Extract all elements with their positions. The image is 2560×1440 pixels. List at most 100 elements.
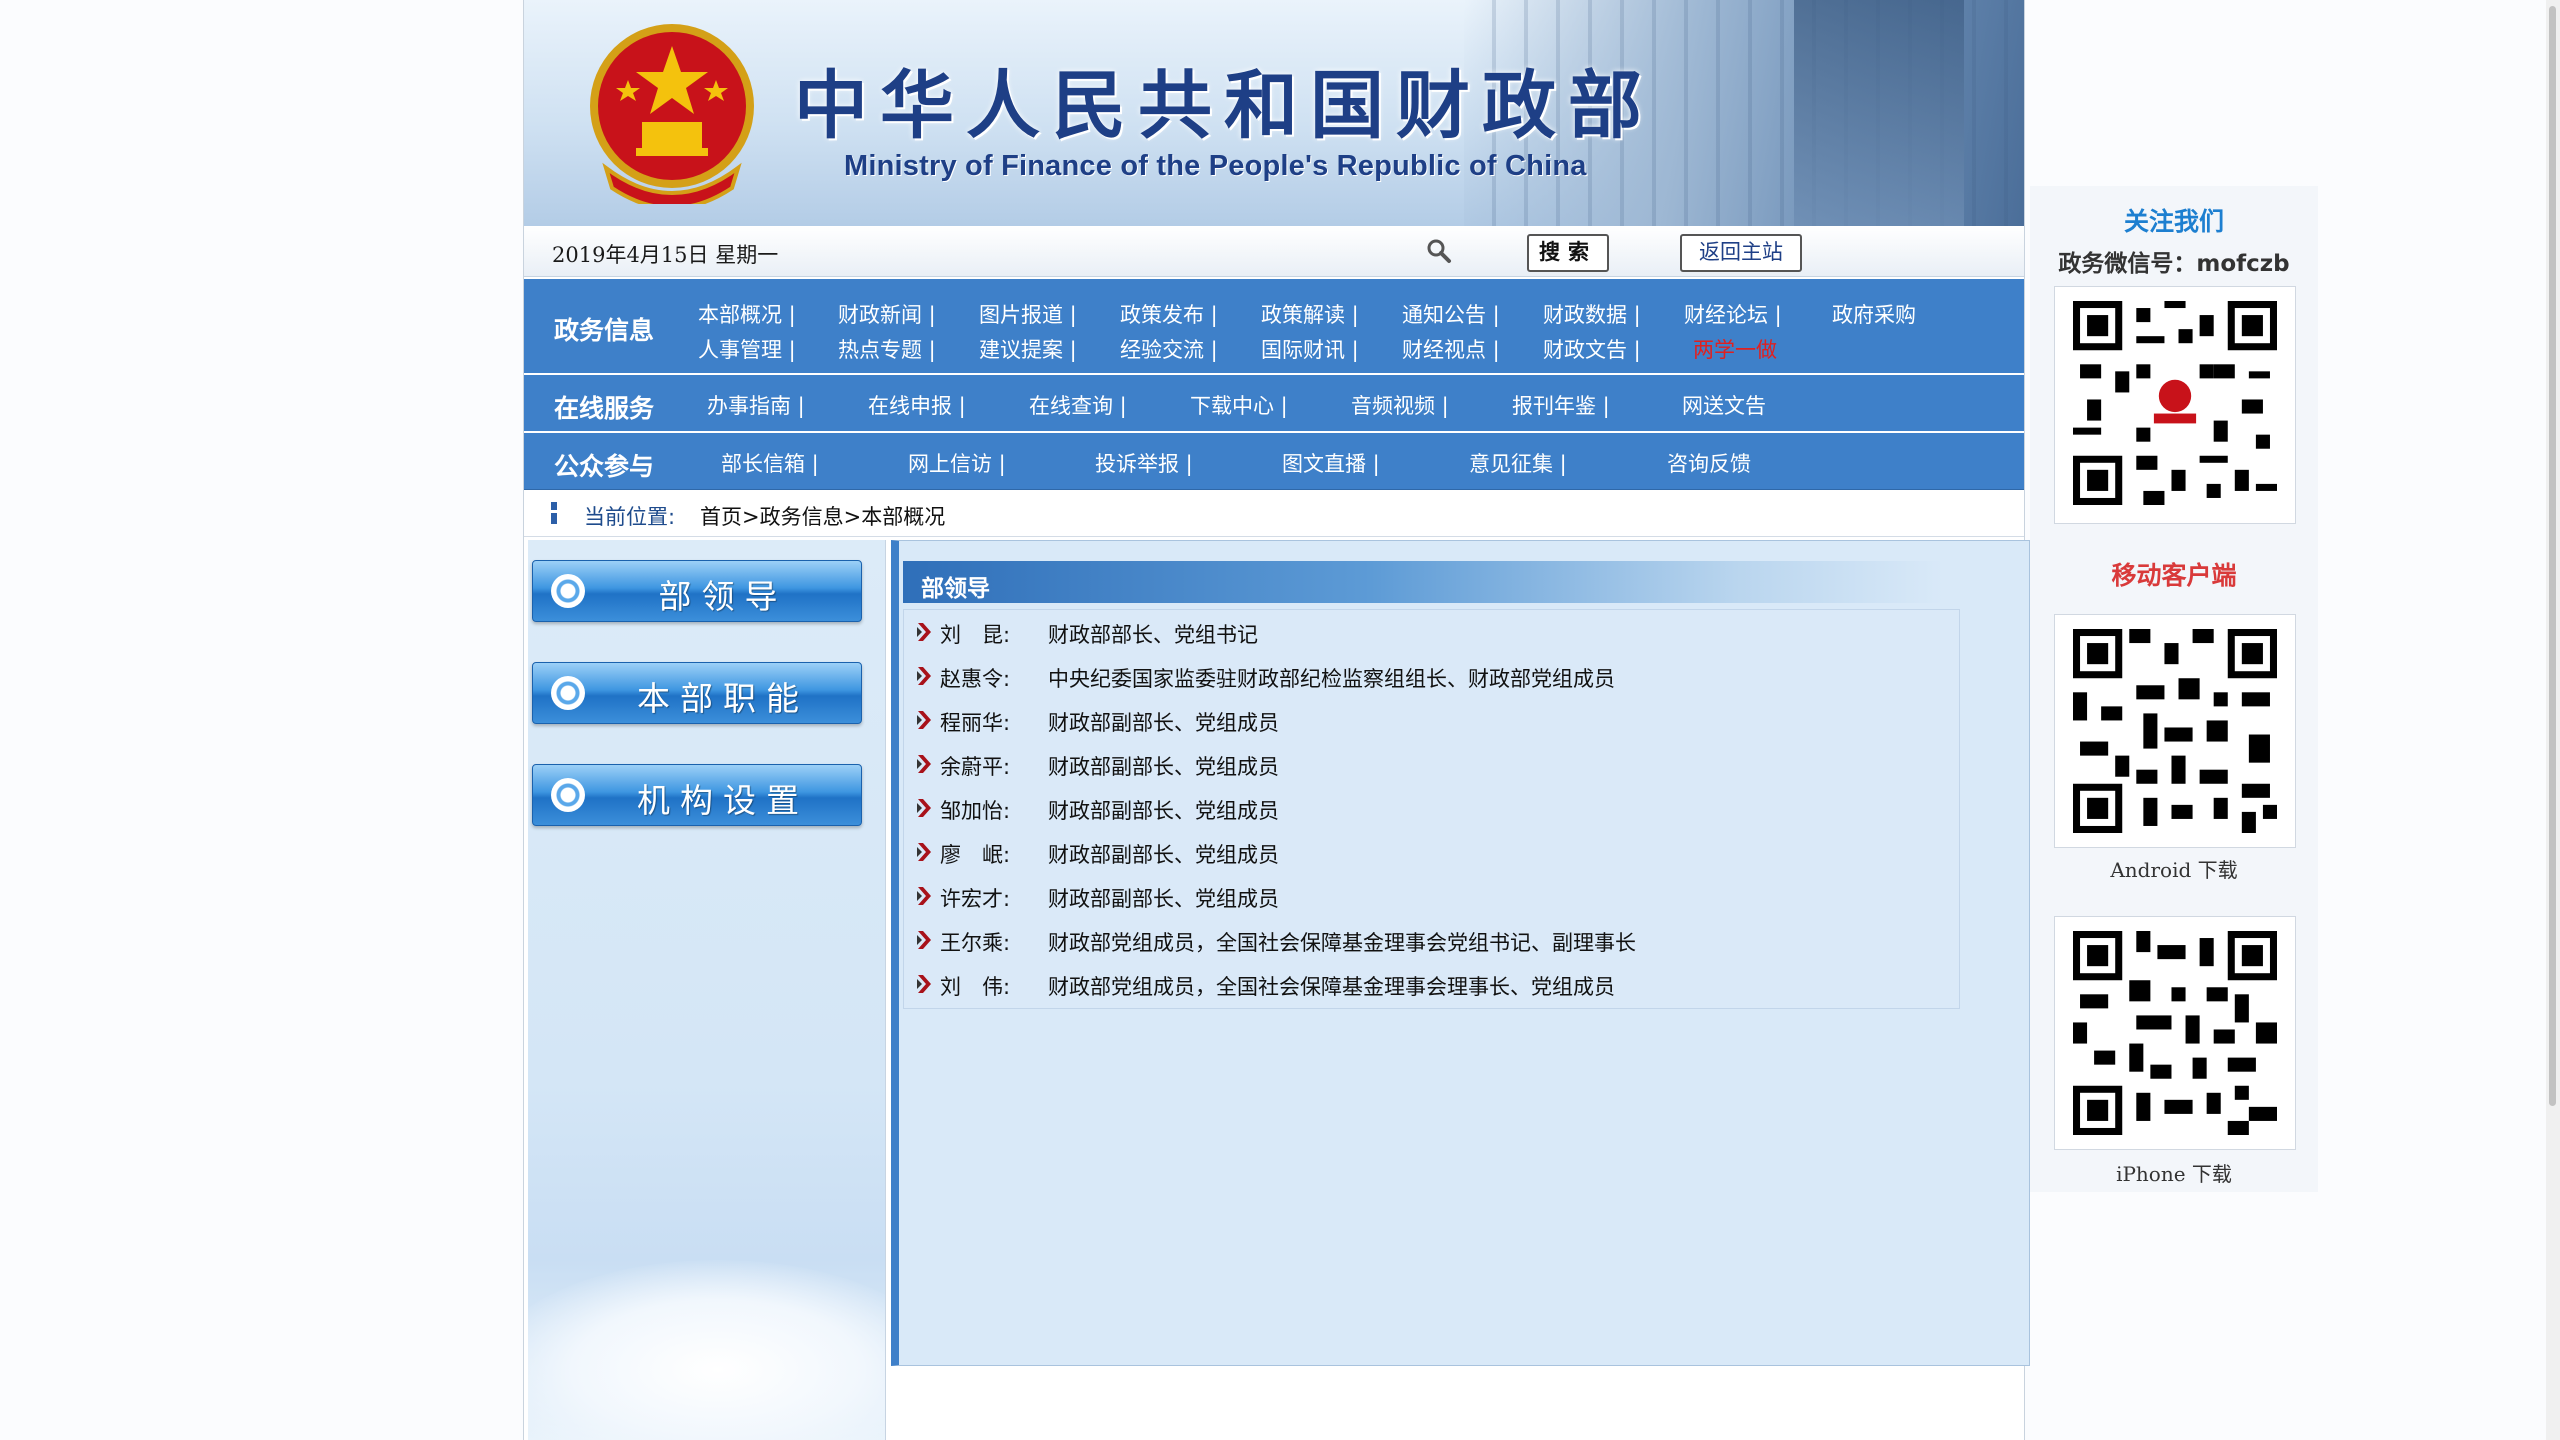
leader-name: 余蔚平: [940, 755, 1011, 779]
arrow-bullet-icon [917, 755, 931, 773]
info-bar: 2019年4月15日 星期一 搜索 返回主站 [524, 226, 2024, 277]
content-heading: 部领导 [921, 576, 990, 602]
cloud-decoration [528, 1260, 885, 1440]
arrow-bullet-icon [917, 711, 931, 729]
main-page: 中华人民共和国财政部 Ministry of Finance of the Pe… [523, 0, 2030, 1440]
qr-code-icon [2073, 931, 2277, 1135]
search-button[interactable]: 搜索 [1527, 234, 1609, 272]
android-download-caption[interactable]: Android 下载 [2054, 854, 2294, 883]
leader-role: 财政部副部长、党组成员 [1048, 843, 1279, 867]
qr-code-icon [2073, 301, 2277, 505]
leader-name: 刘 昆: [940, 623, 1011, 647]
radio-dot-icon [551, 676, 585, 710]
arrow-bullet-icon [917, 975, 931, 993]
nav-link-finance-docs[interactable]: 财政文告 | [1543, 334, 1641, 364]
nav-link-viewpoints[interactable]: 财经视点 | [1402, 334, 1500, 364]
nav-link-notices[interactable]: 通知公告 | [1402, 299, 1500, 329]
nav-link-personnel[interactable]: 人事管理 | [698, 334, 796, 364]
nav-link-online-query[interactable]: 在线查询 | [1029, 390, 1127, 420]
android-qr-code[interactable] [2054, 614, 2296, 848]
arrow-bullet-icon [917, 931, 931, 949]
nav-public: 公众参与 部长信箱 | 网上信访 | 投诉举报 | 图文直播 | 意见征集 | … [524, 431, 2024, 490]
site-title-en: Ministry of Finance of the People's Repu… [844, 150, 1587, 182]
nav-link-live[interactable]: 图文直播 | [1282, 448, 1380, 478]
nav-link-petition[interactable]: 网上信访 | [908, 448, 1006, 478]
nav-online-label: 在线服务 [554, 394, 655, 423]
list-item[interactable]: 邹加怡: 财政部副部长、党组成员 [904, 786, 1959, 830]
radio-dot-icon [551, 778, 585, 812]
nav-link-complaint[interactable]: 投诉举报 | [1095, 448, 1193, 478]
nav-link-consult[interactable]: 咨询反馈 [1667, 448, 1751, 478]
sidebar-item-organization[interactable]: 机构设置 [532, 764, 862, 826]
current-date: 2019年4月15日 星期一 [552, 243, 779, 267]
nav-link-photo-report[interactable]: 图片报道 | [979, 299, 1077, 329]
nav-link-download[interactable]: 下载中心 | [1190, 390, 1288, 420]
nav-link-gov-procurement[interactable]: 政府采购 [1832, 299, 1916, 329]
leader-role: 财政部副部长、党组成员 [1048, 887, 1279, 911]
arrow-bullet-icon [917, 843, 931, 861]
nav-link-online-docs[interactable]: 网送文告 [1682, 390, 1766, 420]
mobile-client-title: 移动客户端 [2111, 561, 2237, 590]
nav-link-policy-interpret[interactable]: 政策解读 | [1261, 299, 1359, 329]
leader-role: 财政部党组成员，全国社会保障基金理事会党组书记、副理事长 [1048, 931, 1636, 955]
follow-us-title: 关注我们 [2123, 207, 2224, 236]
nav-link-yearbook[interactable]: 报刊年鉴 | [1512, 390, 1610, 420]
arrow-bullet-icon [917, 799, 931, 817]
leader-name: 邹加怡: [940, 799, 1011, 823]
nav-link-guide[interactable]: 办事指南 | [707, 390, 805, 420]
list-item[interactable]: 廖 岷: 财政部副部长、党组成员 [904, 830, 1959, 874]
nav-link-av[interactable]: 音频视频 | [1351, 390, 1449, 420]
nav-link-intl-news[interactable]: 国际财讯 | [1261, 334, 1359, 364]
leader-role: 财政部部长、党组书记 [1048, 623, 1258, 647]
list-item[interactable]: 赵惠令: 中央纪委国家监委驻财政部纪检监察组组长、财政部党组成员 [904, 654, 1959, 698]
list-item[interactable]: 刘 伟: 财政部党组成员，全国社会保障基金理事会理事长、党组成员 [904, 962, 1959, 1006]
nav-link-minister-mail[interactable]: 部长信箱 | [721, 448, 819, 478]
sidebar-item-label: 本部职能 [637, 679, 809, 718]
leader-role: 财政部党组成员，全国社会保障基金理事会理事长、党组成员 [1048, 975, 1615, 999]
nav-link-finance-news[interactable]: 财政新闻 | [838, 299, 936, 329]
nav-gov-info: 政务信息 本部概况 | 财政新闻 | 图片报道 | 政策发布 | 政策解读 | … [524, 277, 2024, 374]
breadcrumb-path[interactable]: 首页>政务信息>本部概况 [700, 501, 945, 531]
arrow-bullet-icon [917, 623, 931, 641]
list-item[interactable]: 刘 昆: 财政部部长、党组书记 [904, 610, 1959, 654]
site-banner: 中华人民共和国财政部 Ministry of Finance of the Pe… [524, 0, 2024, 226]
breadcrumb-marker-icon [551, 502, 557, 524]
nav-link-policy-release[interactable]: 政策发布 | [1120, 299, 1218, 329]
iphone-download-caption[interactable]: iPhone 下载 [2054, 1158, 2294, 1187]
search-icon[interactable] [1426, 238, 1452, 264]
nav-link-finance-data[interactable]: 财政数据 | [1543, 299, 1641, 329]
national-emblem-icon [590, 24, 754, 204]
sidebar-item-leaders[interactable]: 部领导 [532, 560, 862, 622]
qr-panel: 关注我们 政务微信号：mofczb 移动客户端 Android 下载 iPhon… [2030, 186, 2318, 1192]
wechat-account: 政务微信号：mofczb [2058, 251, 2290, 277]
nav-link-two-studies[interactable]: 两学一做 [1693, 334, 1777, 364]
arrow-bullet-icon [917, 887, 931, 905]
qr-code-icon [2073, 629, 2277, 833]
site-title-cn: 中华人民共和国财政部 [794, 63, 1654, 149]
leader-name: 许宏才: [940, 887, 1011, 911]
page-scrollbar[interactable] [2546, 0, 2560, 1440]
leader-name: 赵惠令: [940, 667, 1011, 691]
list-item[interactable]: 余蔚平: 财政部副部长、党组成员 [904, 742, 1959, 786]
scrollbar-thumb[interactable] [2549, 6, 2556, 1106]
return-home-button[interactable]: 返回主站 [1680, 234, 1802, 272]
sidebar-item-label: 部领导 [658, 577, 788, 616]
list-item[interactable]: 许宏才: 财政部副部长、党组成员 [904, 874, 1959, 918]
nav-link-hot-topics[interactable]: 热点专题 | [838, 334, 936, 364]
nav-link-finance-forum[interactable]: 财经论坛 | [1684, 299, 1782, 329]
list-item[interactable]: 王尔乘: 财政部党组成员，全国社会保障基金理事会党组书记、副理事长 [904, 918, 1959, 962]
nav-link-online-apply[interactable]: 在线申报 | [868, 390, 966, 420]
content-heading-bar: 部领导 [903, 561, 1943, 603]
nav-link-opinion[interactable]: 意见征集 | [1469, 448, 1567, 478]
nav-link-overview[interactable]: 本部概况 | [698, 299, 796, 329]
nav-link-experience[interactable]: 经验交流 | [1120, 334, 1218, 364]
breadcrumb: 当前位置: 首页>政务信息>本部概况 [524, 490, 2024, 537]
nav-public-label: 公众参与 [554, 452, 655, 481]
sidebar-item-functions[interactable]: 本部职能 [532, 662, 862, 724]
iphone-qr-code[interactable] [2054, 916, 2296, 1150]
nav-link-proposals[interactable]: 建议提案 | [979, 334, 1077, 364]
leader-role: 财政部副部长、党组成员 [1048, 755, 1279, 779]
list-item[interactable]: 程丽华: 财政部副部长、党组成员 [904, 698, 1959, 742]
wechat-qr-code[interactable] [2054, 286, 2296, 524]
nav-online-service: 在线服务 办事指南 | 在线申报 | 在线查询 | 下载中心 | 音频视频 | … [524, 373, 2024, 432]
